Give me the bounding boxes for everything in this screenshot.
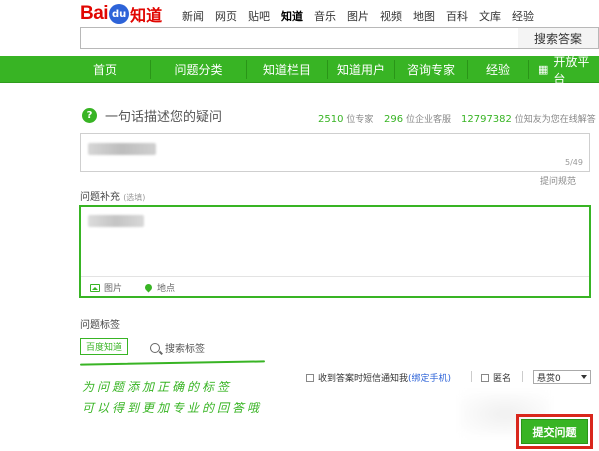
main-nav-home[interactable]: 首页 (60, 56, 150, 83)
nav-link-map[interactable]: 地图 (413, 8, 435, 24)
stat-experts-number: 2510 (318, 114, 344, 125)
annotation-line-1: 为问题添加正确的标签 (82, 380, 233, 394)
grid-icon: ▦ (538, 63, 549, 76)
search-tags-label: 搜索标签 (165, 344, 205, 355)
nav-link-video[interactable]: 视频 (380, 8, 402, 24)
sms-notify-option[interactable]: 收到答案时短信通知我 (绑定手机) (306, 371, 451, 384)
nav-link-wenku[interactable]: 文库 (479, 8, 501, 24)
open-platform-label: 开放平台 (553, 54, 590, 86)
sms-notify-checkbox[interactable] (306, 373, 314, 382)
tag-chip[interactable]: 百度知道 (80, 338, 128, 355)
baidu-zhidao-logo[interactable]: Bai du 知道 (80, 3, 162, 25)
nav-link-tieba[interactable]: 贴吧 (248, 8, 270, 24)
ask-heading: ? 一句话描述您的疑问 (82, 106, 222, 125)
search-tags-button[interactable]: 搜索标签 (150, 340, 205, 355)
nav-divider (528, 60, 529, 79)
blurred-supplement-text (88, 215, 144, 227)
logo-zhidao-text: 知道 (130, 6, 163, 25)
reward-select-value: 悬赏0 (537, 373, 561, 384)
optional-hint: (选填) (123, 193, 146, 202)
search-icon (150, 342, 160, 353)
nav-link-web[interactable]: 网页 (215, 8, 237, 24)
options-divider (522, 371, 523, 382)
insert-location-label: 地点 (157, 284, 176, 294)
anonymous-label: 匿名 (493, 374, 512, 384)
main-nav-open-platform[interactable]: ▦ 开放平台 (538, 55, 599, 86)
anonymous-checkbox[interactable] (481, 373, 489, 382)
stat-experts: 2510 位专家 (318, 112, 373, 125)
annotation-line-2: 可以得到更加专业的回答哦 (82, 401, 263, 415)
paw-icon: du (109, 4, 130, 24)
product-nav: 新闻 网页 贴吧 知道 音乐 图片 视频 地图 百科 文库 经验 (182, 8, 545, 24)
blurred-question-text (88, 143, 156, 155)
nav-link-images[interactable]: 图片 (347, 8, 369, 24)
annotation-underline (79, 360, 266, 366)
supplement-label-text: 问题补充 (80, 192, 120, 203)
main-nav-bar: 首页 问题分类 知道栏目 知道用户 咨询专家 经验 ▦ 开放平台 (0, 55, 599, 86)
main-nav-users[interactable]: 知道用户 (328, 56, 394, 83)
nav-link-news[interactable]: 新闻 (182, 8, 204, 24)
options-divider (471, 371, 472, 382)
insert-image-label: 图片 (104, 284, 123, 294)
char-counter: 5/49 (565, 158, 583, 167)
tags-label: 问题标签 (80, 320, 120, 331)
question-guidelines-link[interactable]: 提问规范 (540, 174, 576, 187)
top-header: Bai du 知道 新闻 网页 贴吧 知道 音乐 图片 视频 地图 百科 文库 … (0, 0, 599, 56)
main-nav-categories[interactable]: 问题分类 (151, 56, 246, 83)
stat-friends-label: 位知友为您在线解答 (514, 115, 596, 125)
nav-link-baike[interactable]: 百科 (446, 8, 468, 24)
image-icon (90, 283, 100, 292)
submit-question-button[interactable]: 提交问题 (521, 419, 588, 444)
chevron-down-icon (581, 375, 587, 379)
main-nav-jingyan[interactable]: 经验 (468, 56, 528, 83)
stat-experts-label: 位专家 (346, 115, 374, 125)
stat-service: 296 位企业客服 (384, 112, 451, 125)
main-nav-columns[interactable]: 知道栏目 (247, 56, 327, 83)
stat-friends: 12797382 位知友为您在线解答 (461, 112, 596, 125)
insert-location-button[interactable]: 地点 (143, 281, 176, 294)
sms-notify-label: 收到答案时短信通知我 (318, 374, 409, 384)
nav-link-music[interactable]: 音乐 (314, 8, 336, 24)
logo-bai-text: Bai (80, 3, 109, 24)
reward-select[interactable]: 悬赏0 (533, 370, 591, 384)
anonymous-option[interactable]: 匿名 (481, 371, 511, 384)
question-icon: ? (82, 108, 97, 123)
search-input[interactable] (80, 27, 519, 49)
ask-title: 一句话描述您的疑问 (105, 110, 223, 125)
stat-service-label: 位企业客服 (405, 115, 451, 125)
supplement-label: 问题补充 (选填) (80, 188, 145, 203)
nav-link-jingyan[interactable]: 经验 (512, 8, 534, 24)
stat-friends-number: 12797382 (461, 114, 512, 125)
search-answers-button[interactable]: 搜索答案 (518, 27, 599, 49)
location-pin-icon (143, 282, 154, 293)
stat-service-number: 296 (384, 114, 404, 125)
insert-image-button[interactable]: 图片 (90, 281, 122, 294)
bind-phone-link[interactable]: (绑定手机) (408, 371, 451, 384)
question-title-input[interactable] (80, 133, 590, 172)
main-nav-experts[interactable]: 咨询专家 (395, 56, 467, 83)
nav-link-zhidao[interactable]: 知道 (281, 8, 303, 24)
